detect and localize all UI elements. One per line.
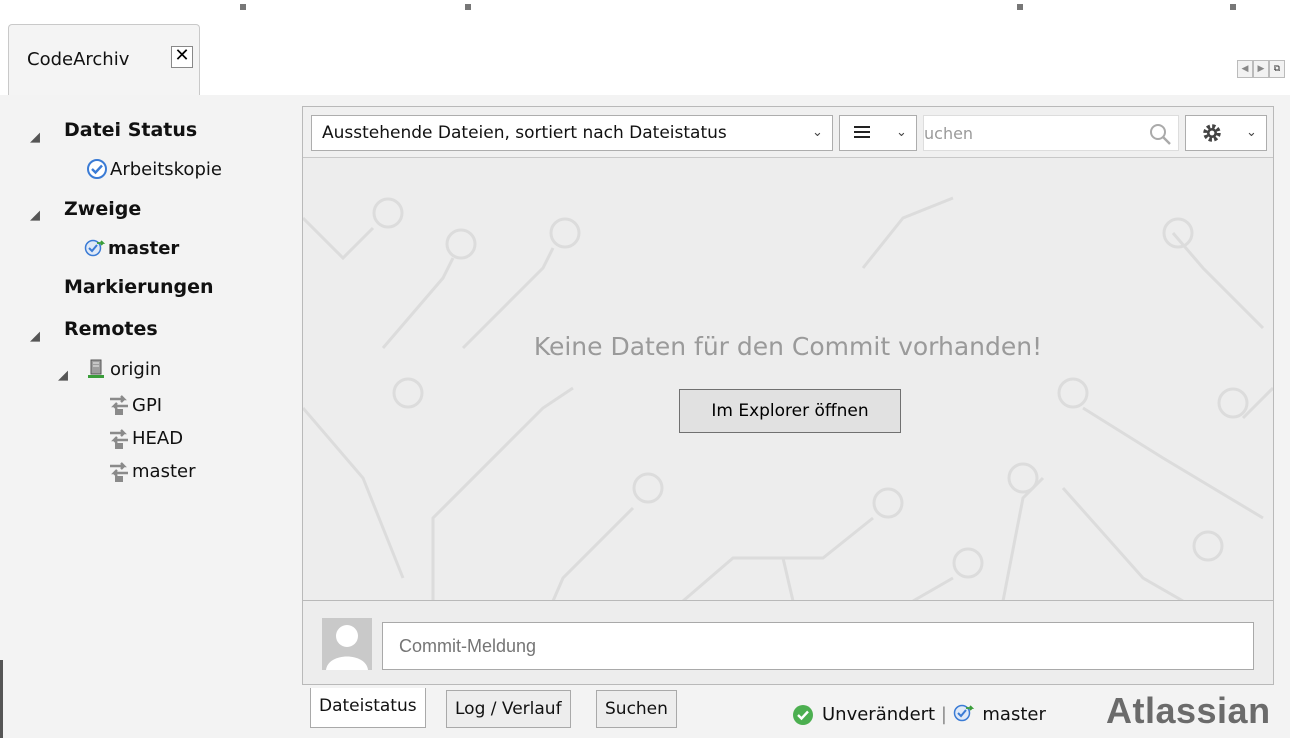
tab-list-icon[interactable]: ⧉ bbox=[1269, 60, 1285, 78]
search-placeholder: uchen bbox=[924, 124, 974, 143]
file-status-panel: Ausstehende Dateien, sortiert nach Datei… bbox=[302, 106, 1274, 601]
open-in-explorer-button[interactable]: Im Explorer öffnen bbox=[679, 389, 901, 433]
list-icon bbox=[852, 122, 872, 146]
top-edge-mark bbox=[240, 4, 246, 10]
status-branch: master bbox=[982, 704, 1046, 725]
tree-expander-icon[interactable]: ◢ bbox=[30, 204, 40, 223]
chevron-down-icon: ⌄ bbox=[812, 125, 823, 140]
tab-scroll-right-icon[interactable]: ▶ bbox=[1253, 60, 1269, 78]
settings-dropdown[interactable]: ⌄ bbox=[1185, 115, 1267, 151]
remote-branch-icon bbox=[108, 428, 130, 450]
chevron-down-icon: ⌄ bbox=[896, 125, 907, 140]
gear-icon bbox=[1200, 121, 1224, 149]
file-filter-dropdown[interactable]: Ausstehende Dateien, sortiert nach Datei… bbox=[311, 115, 833, 151]
tab-file-status[interactable]: Dateistatus bbox=[310, 688, 426, 728]
check-circle-icon bbox=[86, 158, 108, 180]
file-filter-label: Ausstehende Dateien, sortiert nach Datei… bbox=[322, 123, 727, 143]
tree-expander-icon[interactable]: ◢ bbox=[30, 126, 40, 145]
tab-codearchiv[interactable]: CodeArchiv ✕ bbox=[8, 24, 200, 96]
commit-message-input[interactable] bbox=[382, 622, 1254, 670]
tab-log-history[interactable]: Log / Verlauf bbox=[446, 690, 571, 728]
tree-expander-icon[interactable]: ◢ bbox=[58, 364, 68, 383]
file-toolbar: Ausstehende Dateien, sortiert nach Datei… bbox=[303, 107, 1273, 158]
chevron-down-icon: ⌄ bbox=[1246, 125, 1257, 140]
status-bar: Unverändert | master bbox=[822, 702, 1046, 729]
sidebar-item-remote-origin[interactable]: origin bbox=[110, 359, 161, 380]
sidebar-item-branch-master[interactable]: master bbox=[108, 238, 179, 259]
remote-branch-item[interactable]: master bbox=[132, 461, 195, 482]
tab-label: CodeArchiv bbox=[27, 49, 130, 70]
branch-icon bbox=[84, 237, 106, 259]
window-edge bbox=[0, 660, 3, 738]
sidebar-section-remotes[interactable]: Remotes bbox=[64, 318, 158, 340]
sidebar-section-tags[interactable]: Markierungen bbox=[64, 276, 214, 298]
sidebar-item-working-copy[interactable]: Arbeitskopie bbox=[110, 159, 222, 180]
avatar bbox=[322, 618, 372, 670]
top-edge-mark bbox=[1230, 4, 1236, 10]
remote-branch-icon bbox=[108, 461, 130, 483]
sidebar-section-branches[interactable]: Zweige bbox=[64, 198, 141, 220]
remote-branch-item[interactable]: GPI bbox=[132, 395, 162, 416]
view-mode-dropdown[interactable]: ⌄ bbox=[839, 115, 917, 151]
ok-status-icon bbox=[792, 704, 814, 730]
tree-expander-icon[interactable]: ◢ bbox=[30, 325, 40, 344]
top-edge-mark bbox=[465, 4, 471, 10]
atlassian-logo: Atlassian bbox=[1106, 690, 1271, 731]
search-input[interactable]: uchen bbox=[923, 115, 1179, 151]
sidebar-section-file-status[interactable]: Datei Status bbox=[64, 119, 197, 141]
status-state: Unverändert bbox=[822, 704, 936, 725]
tab-search[interactable]: Suchen bbox=[596, 690, 677, 728]
status-separator: | bbox=[940, 704, 947, 725]
top-edge-mark bbox=[1017, 4, 1023, 10]
circuit-background bbox=[303, 196, 1273, 600]
tab-close-icon[interactable]: ✕ bbox=[171, 46, 193, 68]
search-icon[interactable] bbox=[1148, 122, 1172, 150]
server-icon bbox=[86, 358, 108, 380]
empty-state-message: Keine Daten für den Commit vorhanden! bbox=[533, 332, 1043, 361]
branch-icon bbox=[953, 702, 977, 729]
remote-branch-icon bbox=[108, 394, 130, 416]
remote-branch-item[interactable]: HEAD bbox=[132, 428, 183, 449]
tab-scroll-left-icon[interactable]: ◀ bbox=[1237, 60, 1253, 78]
